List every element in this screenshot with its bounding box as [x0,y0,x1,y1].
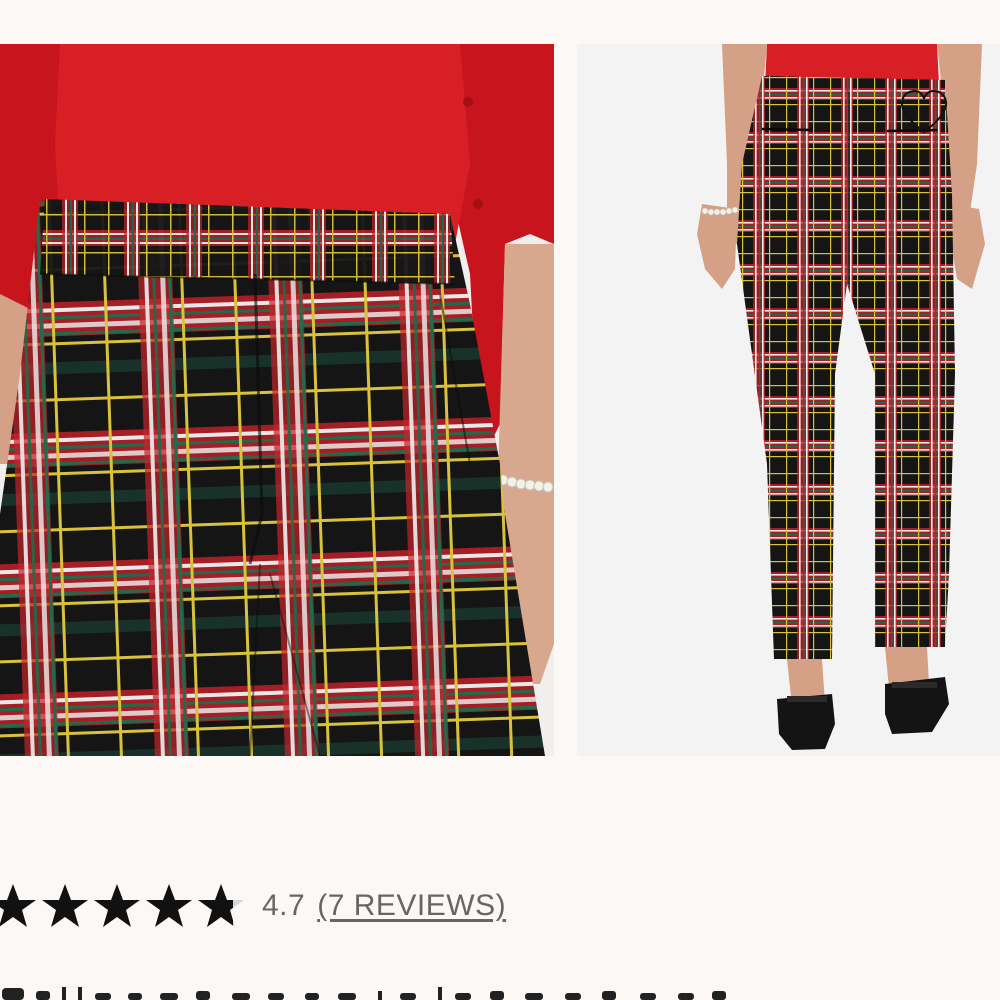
front-image-art [0,44,554,756]
product-title-cut-off [0,985,1000,1000]
star-filled-icon [146,884,192,927]
star-filled-icon [42,884,88,927]
star-filled-icon [94,884,140,927]
product-image-gallery[interactable] [0,44,1000,756]
reviews-link[interactable]: (7 REVIEWS) [317,889,506,923]
star-partial-icon [198,884,244,927]
rating-value: 4.7 [262,889,306,922]
heart-outline-icon [900,89,948,134]
star-rating [0,881,248,931]
star-filled-icon [0,884,36,927]
product-image-back[interactable] [577,44,1000,756]
wishlist-heart-icon[interactable] [898,88,948,134]
product-rating-row: 4.7 (7 REVIEWS) [0,878,506,934]
cut-off-title-glyphs [2,987,726,1000]
back-image-art [577,44,1000,756]
product-page: 4.7 (7 REVIEWS) [0,0,1000,1000]
product-image-front[interactable] [0,44,554,756]
